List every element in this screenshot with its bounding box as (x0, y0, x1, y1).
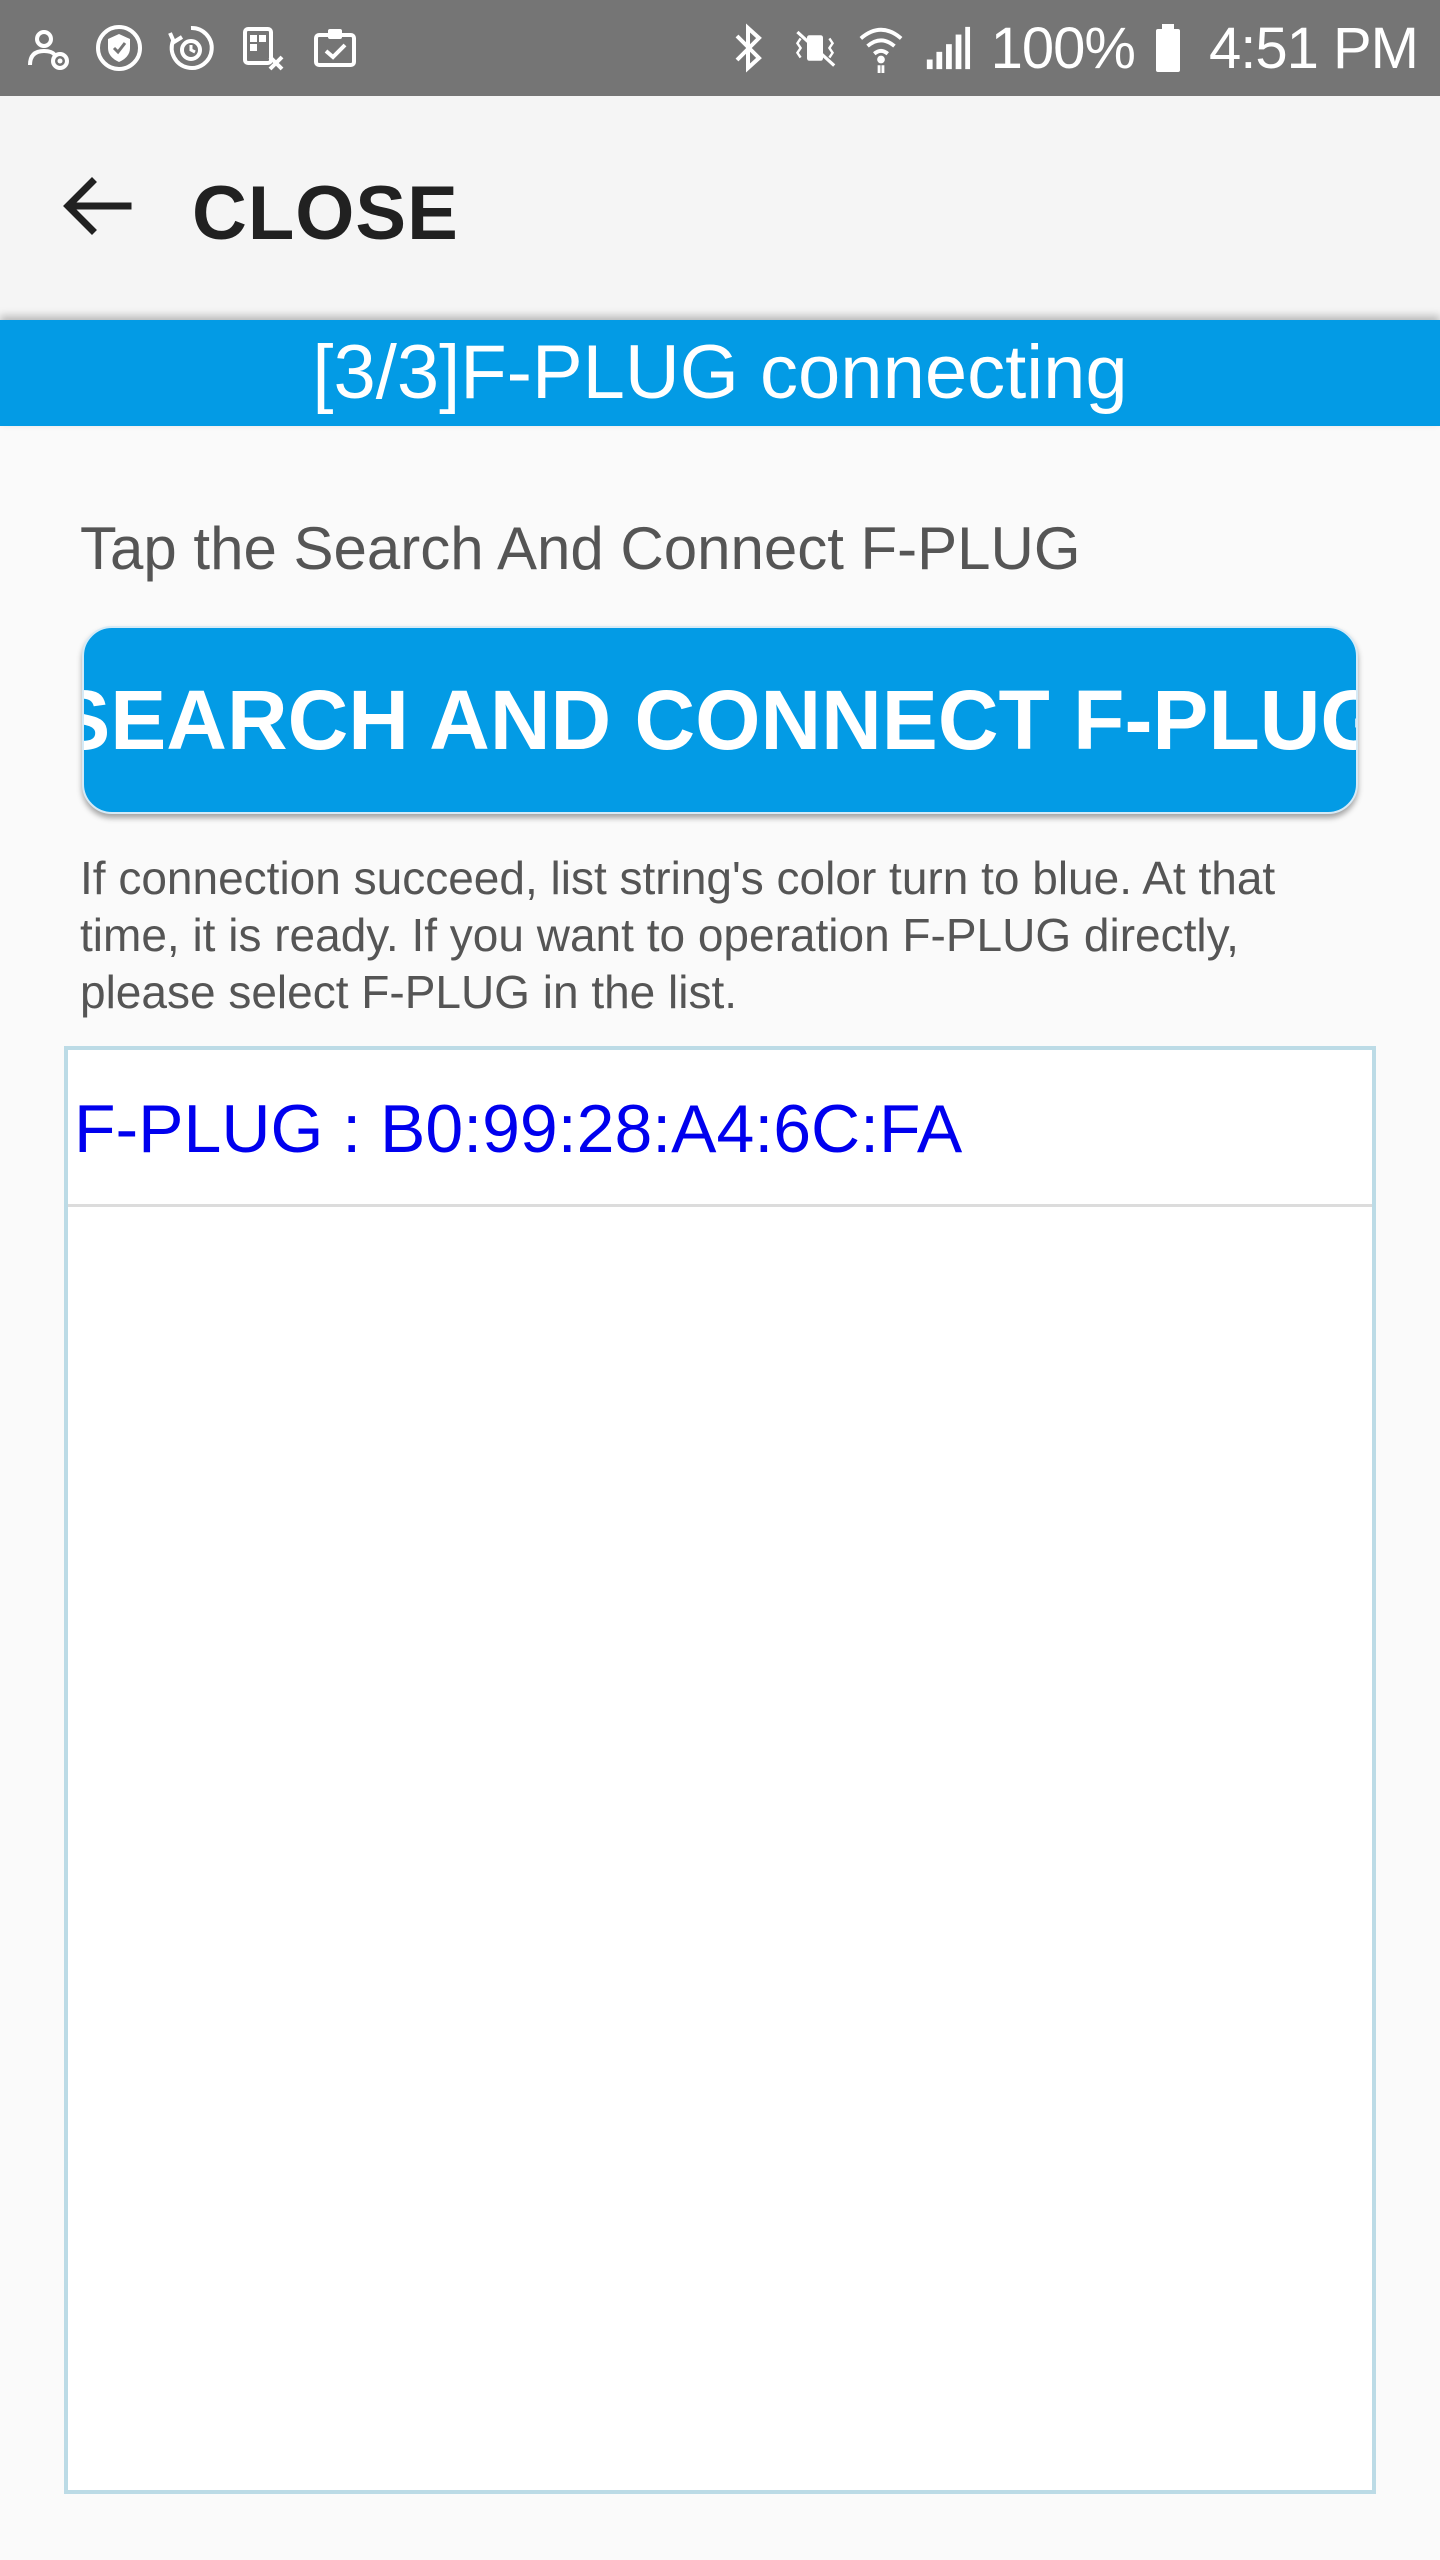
status-bar: 100% 4:51 PM (0, 0, 1440, 96)
app-bar: CLOSE (0, 96, 1440, 320)
bluetooth-icon (725, 20, 773, 76)
step-banner-title: [3/3]F-PLUG connecting (312, 330, 1128, 415)
vibrate-mute-icon (791, 20, 839, 76)
accessibility-settings-icon (18, 19, 76, 77)
step-banner: [3/3]F-PLUG connecting (0, 320, 1440, 426)
refresh-timer-icon (162, 19, 220, 77)
instruction-text: Tap the Search And Connect F-PLUG (80, 515, 1081, 582)
device-item-label: F-PLUG : B0:99:28:A4:6C:FA (74, 1091, 963, 1167)
wifi-icon (857, 20, 905, 76)
system-status: 100% 4:51 PM (725, 10, 1419, 86)
notification-icons (18, 18, 364, 78)
connection-info-text: If connection succeed, list string's col… (80, 852, 1276, 1018)
back-button[interactable] (48, 158, 148, 258)
close-title[interactable]: CLOSE (192, 170, 459, 257)
device-list-item[interactable]: F-PLUG : B0:99:28:A4:6C:FA (68, 1050, 1372, 1207)
clock: 4:51 PM (1209, 15, 1419, 81)
search-and-connect-button[interactable]: SEARCH AND CONNECT F-PLUG (82, 626, 1358, 814)
arrow-back-icon (62, 170, 134, 247)
screen-cast-icon (234, 19, 292, 77)
device-list[interactable]: F-PLUG : B0:99:28:A4:6C:FA (64, 1046, 1376, 2494)
clipboard-check-icon (306, 19, 364, 77)
cellular-signal-icon (923, 20, 971, 76)
shield-icon (90, 19, 148, 77)
battery-icon (1153, 20, 1183, 76)
battery-percentage: 100% (990, 15, 1136, 81)
